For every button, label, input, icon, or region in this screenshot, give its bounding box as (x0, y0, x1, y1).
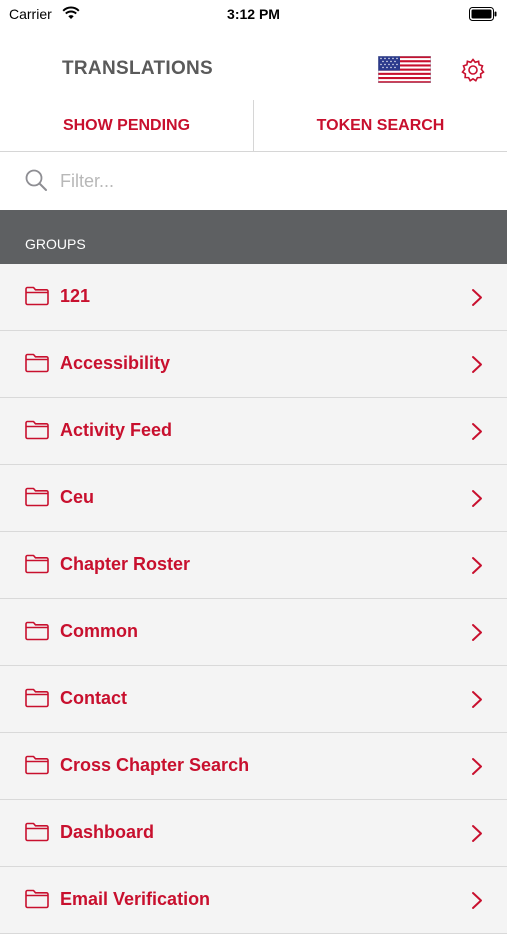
list-item-label: Cross Chapter Search (60, 755, 250, 775)
chevron-right-icon (472, 758, 482, 775)
token-search-button[interactable]: TOKEN SEARCH (253, 100, 507, 151)
chevron-right-icon (472, 356, 482, 373)
list-item-activity-feed[interactable]: Activity Feed (0, 398, 507, 465)
status-bar: Carrier 3:12 PM (0, 0, 507, 30)
groups-section-header: GROUPS (0, 210, 507, 264)
list-item-chapter-roster[interactable]: Chapter Roster (0, 532, 507, 599)
list-item-label: Activity Feed (60, 420, 173, 440)
chevron-right-icon (472, 557, 482, 574)
us-flag-icon[interactable] (378, 56, 431, 83)
folder-icon (25, 420, 49, 440)
list-item-121[interactable]: 121 (0, 264, 507, 331)
list-item-email-verification[interactable]: Email Verification (0, 867, 507, 934)
folder-icon (25, 889, 49, 909)
list-item-label: 121 (60, 286, 91, 306)
show-pending-button[interactable]: SHOW PENDING (0, 100, 253, 151)
folder-icon (25, 688, 49, 708)
list-item-label: Dashboard (60, 822, 155, 842)
chevron-right-icon (472, 892, 482, 909)
chevron-right-icon (472, 423, 482, 440)
folder-icon (25, 487, 49, 507)
group-list: 121 Accessibility Activity Feed Ceu Chap… (0, 264, 507, 934)
chevron-right-icon (472, 289, 482, 306)
list-item-label: Contact (60, 688, 127, 708)
list-item-label: Chapter Roster (60, 554, 191, 574)
navigation-bar: TRANSLATIONS (0, 30, 507, 101)
folder-icon (25, 353, 49, 373)
chevron-right-icon (472, 624, 482, 641)
gear-icon[interactable] (460, 57, 486, 83)
battery-icon (469, 7, 497, 21)
list-item-dashboard[interactable]: Dashboard (0, 800, 507, 867)
chevron-right-icon (472, 490, 482, 507)
folder-icon (25, 755, 49, 775)
chevron-right-icon (472, 691, 482, 708)
clock-time: 3:12 PM (227, 6, 280, 22)
list-item-label: Common (60, 621, 138, 641)
folder-icon (25, 621, 49, 641)
folder-icon (25, 822, 49, 842)
page-title: TRANSLATIONS (62, 58, 214, 79)
list-item-cross-chapter-search[interactable]: Cross Chapter Search (0, 733, 507, 800)
list-item-label: Accessibility (60, 353, 171, 373)
list-item-contact[interactable]: Contact (0, 666, 507, 733)
chevron-right-icon (472, 825, 482, 842)
section-header-label: GROUPS (25, 236, 86, 252)
list-item-ceu[interactable]: Ceu (0, 465, 507, 532)
list-item-accessibility[interactable]: Accessibility (0, 331, 507, 398)
segment-bar: SHOW PENDING TOKEN SEARCH (0, 100, 507, 152)
list-item-common[interactable]: Common (0, 599, 507, 666)
folder-icon (25, 286, 49, 306)
folder-icon (25, 554, 49, 574)
list-item-label: Ceu (60, 487, 95, 507)
filter-bar (0, 152, 507, 210)
filter-input[interactable] (60, 166, 480, 196)
search-icon (25, 169, 47, 191)
